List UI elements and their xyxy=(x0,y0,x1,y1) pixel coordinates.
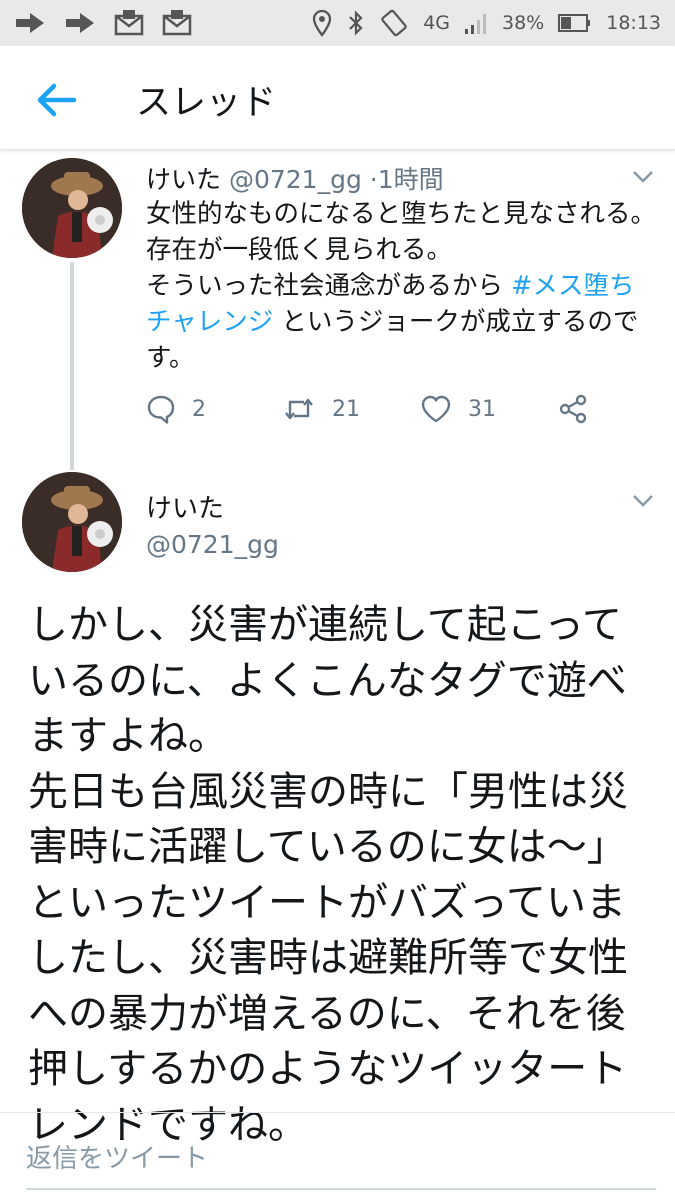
reply-button[interactable]: 2 xyxy=(146,394,282,424)
back-button[interactable] xyxy=(34,80,78,120)
mail-icon xyxy=(162,9,192,37)
heart-icon xyxy=(421,395,451,423)
tweet-text: しかし、災害が連続して起こっているのに、よくこんなタグで遊べますよね。 先日も台… xyxy=(28,598,658,1153)
location-icon xyxy=(311,9,333,37)
reply-count: 2 xyxy=(192,396,206,422)
tweet-time: 1時間 xyxy=(377,165,444,194)
author-handle[interactable]: @0721_gg xyxy=(146,530,279,559)
notification-icons xyxy=(14,9,192,37)
chevron-down-icon[interactable] xyxy=(632,494,654,508)
chevron-down-icon[interactable] xyxy=(632,170,654,184)
system-icons: 4G 38% 18:13 xyxy=(311,9,661,37)
share-icon xyxy=(559,394,587,424)
divider xyxy=(0,1112,675,1113)
thread-connector xyxy=(70,262,74,470)
back-arrow-icon xyxy=(37,83,77,117)
share-button[interactable] xyxy=(558,394,588,424)
app-bar: スレッド xyxy=(0,46,675,150)
like-button[interactable]: 31 xyxy=(420,394,558,424)
retweet-count: 21 xyxy=(332,396,360,422)
tweet-body: しかし、災害が連続して起こっているのに、よくこんなタグで遊べますよね。 先日も台… xyxy=(28,602,628,1148)
reply-input[interactable]: 返信をツイート xyxy=(26,1138,208,1175)
network-type: 4G xyxy=(423,12,450,34)
avatar-image xyxy=(22,472,122,572)
retweet-icon xyxy=(285,398,313,420)
forward-arrow-icon xyxy=(64,11,96,35)
tweet-text: 女性的なものになると堕ちたと見なされる。存在が一段低く見られる。 そういった社会… xyxy=(146,196,656,376)
avatar-image xyxy=(22,158,122,258)
tweet-actions: 2 21 31 xyxy=(146,394,588,424)
clock: 18:13 xyxy=(606,12,661,34)
status-bar: 4G 38% 18:13 xyxy=(0,0,675,46)
battery-icon xyxy=(558,13,592,33)
author-name[interactable]: けいた xyxy=(146,165,221,194)
meta-separator: · xyxy=(369,165,378,194)
reply-input-underline xyxy=(26,1188,656,1190)
tweet-header: けいた @0721_gg ·1時間 xyxy=(146,160,444,196)
signal-icon xyxy=(464,11,488,35)
reply-icon xyxy=(147,395,175,424)
avatar[interactable] xyxy=(22,472,122,572)
author-name[interactable]: けいた xyxy=(146,488,224,525)
like-count: 31 xyxy=(468,396,496,422)
screen-rotate-icon xyxy=(379,9,409,37)
avatar[interactable] xyxy=(22,158,122,258)
mail-icon xyxy=(114,9,144,37)
author-handle[interactable]: @0721_gg xyxy=(229,165,362,194)
battery-percent: 38% xyxy=(502,12,545,34)
retweet-button[interactable]: 21 xyxy=(282,394,420,424)
bluetooth-icon xyxy=(347,9,365,37)
forward-arrow-icon xyxy=(14,11,46,35)
page-title: スレッド xyxy=(136,83,277,123)
